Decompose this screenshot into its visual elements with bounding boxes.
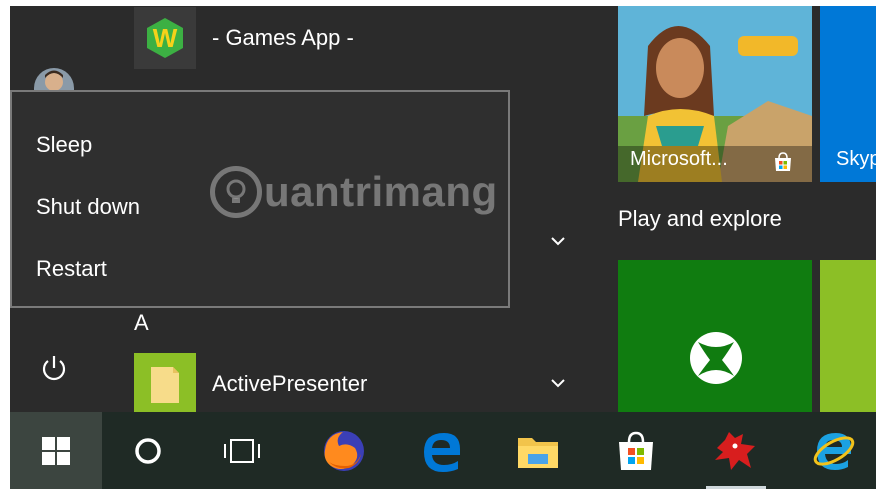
cortana-circle-icon: [135, 437, 161, 464]
tile-microsoft-game[interactable]: Microsoft...: [618, 6, 812, 182]
start-tiles-panel: Microsoft... Skyp Play and explore: [614, 6, 876, 412]
edge-e-icon: [424, 432, 460, 472]
firefox-taskbar-button[interactable]: [302, 412, 386, 489]
tile-skype[interactable]: Skyp: [820, 6, 876, 182]
taskbar: [10, 412, 876, 489]
tile-label: Microsoft...: [630, 148, 728, 170]
internet-explorer-icon: [813, 432, 855, 470]
folder-icon: [518, 437, 558, 468]
task-view-button[interactable]: [200, 412, 284, 489]
store-bag-icon: [775, 152, 791, 171]
tile-group-title[interactable]: Play and explore: [618, 206, 782, 232]
tile-lime[interactable]: [820, 260, 876, 412]
store-taskbar-button[interactable]: [594, 412, 678, 489]
shut-down-menu-item[interactable]: Shut down: [36, 194, 140, 220]
windows-logo-icon: [42, 436, 70, 465]
red-creature-icon: [715, 431, 755, 470]
task-view-icon: [224, 438, 260, 463]
chevron-down-icon[interactable]: [550, 376, 566, 394]
edge-taskbar-button[interactable]: [400, 412, 484, 489]
restart-menu-item[interactable]: Restart: [36, 256, 107, 282]
games-app-label: - Games App -: [212, 25, 354, 50]
start-menu-app-list: W - Games App - Sleep Shut down Restart: [10, 6, 614, 415]
screen: W - Games App - Sleep Shut down Restart: [10, 6, 876, 489]
lightbulb-icon: [210, 166, 262, 218]
internet-explorer-taskbar-button[interactable]: [792, 412, 876, 489]
xbox-icon: [690, 332, 742, 384]
power-options-menu: Sleep Shut down Restart uantrimang: [10, 90, 510, 308]
chevron-down-icon[interactable]: [550, 234, 566, 252]
tile-label: Skyp: [836, 148, 876, 170]
firefox-icon: [324, 430, 364, 471]
power-button[interactable]: [32, 346, 76, 390]
watermark: uantrimang: [210, 166, 498, 218]
power-icon: [42, 356, 66, 381]
activepresenter-icon: [134, 353, 196, 415]
svg-text:W: W: [153, 23, 178, 53]
game-taskbar-button[interactable]: [694, 412, 778, 489]
games-app-icon: W: [134, 7, 196, 69]
app-list-item-activepresenter[interactable]: ActivePresenter: [134, 353, 368, 415]
search-button[interactable]: [106, 412, 190, 489]
section-letter-header[interactable]: A: [134, 310, 149, 336]
store-bag-icon: [619, 431, 653, 470]
watermark-text: uantrimang: [264, 168, 498, 215]
activepresenter-label: ActivePresenter: [212, 371, 368, 396]
file-explorer-taskbar-button[interactable]: [496, 412, 580, 489]
app-list-item-games-app[interactable]: W - Games App -: [134, 7, 354, 69]
tile-xbox[interactable]: [618, 260, 812, 412]
sleep-menu-item[interactable]: Sleep: [36, 132, 92, 158]
start-button[interactable]: [10, 412, 102, 489]
